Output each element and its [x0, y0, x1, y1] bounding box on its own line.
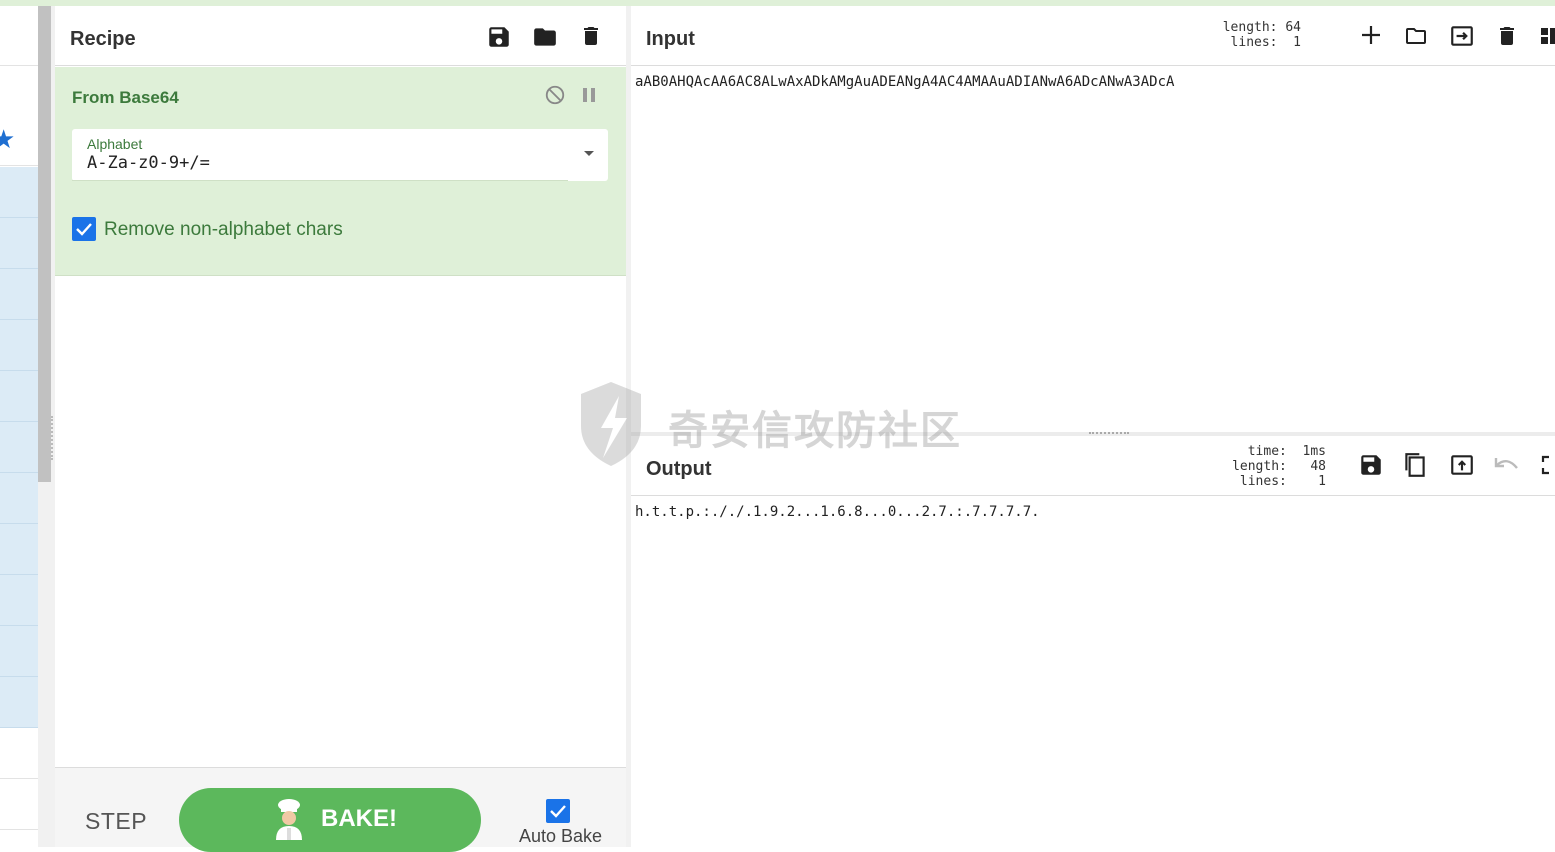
recipe-pane: Recipe From Base64 Alphabet A-Za-z0-9+/=… — [55, 6, 626, 852]
list-item[interactable] — [0, 218, 38, 269]
bake-controls: STEP BAKE! Auto Bake — [55, 767, 626, 852]
save-icon[interactable] — [1358, 452, 1384, 478]
operations-list: ★ — [0, 6, 38, 847]
list-item[interactable] — [0, 320, 38, 371]
list-item[interactable] — [0, 779, 38, 830]
chef-icon — [276, 799, 302, 840]
watermark: 奇安信攻防社区 — [575, 378, 985, 470]
scrollbar-thumb[interactable] — [38, 6, 51, 482]
alphabet-value[interactable]: A-Za-z0-9+/= — [87, 153, 210, 173]
alphabet-select[interactable]: Alphabet A-Za-z0-9+/= — [72, 129, 608, 181]
list-item[interactable] — [0, 6, 38, 66]
bake-label: BAKE! — [321, 805, 397, 832]
folder-icon[interactable] — [531, 24, 559, 50]
gutter-handle — [1089, 432, 1129, 435]
recipe-title: Recipe — [70, 28, 136, 50]
list-item[interactable] — [0, 728, 38, 779]
list-item[interactable] — [0, 677, 38, 728]
remove-non-alphabet-checkbox[interactable] — [72, 217, 96, 241]
maximise-icon[interactable] — [1541, 454, 1555, 476]
operations-scrollbar[interactable] — [38, 6, 51, 847]
field-underline — [72, 180, 568, 181]
trash-icon[interactable] — [579, 23, 603, 49]
folder-icon[interactable] — [1402, 24, 1430, 48]
input-header: Input length: 64 lines: 1 — [631, 6, 1555, 66]
step-button[interactable]: STEP — [85, 808, 147, 835]
list-item[interactable] — [0, 371, 38, 422]
output-stats: time: 1ms length: 48 lines: 1 — [1232, 444, 1326, 489]
bake-button[interactable]: BAKE! — [179, 788, 481, 852]
list-item[interactable] — [0, 626, 38, 677]
disable-icon[interactable] — [544, 84, 566, 106]
favourite-star-icon[interactable]: ★ — [0, 126, 15, 152]
undo-icon[interactable] — [1493, 454, 1521, 476]
input-textarea[interactable]: aAB0AHQAcAA6AC8ALwAxADkAMgAuADEANgA4AC4A… — [635, 74, 1174, 90]
list-item[interactable] — [0, 575, 38, 626]
alphabet-label: Alphabet — [87, 136, 143, 152]
chevron-down-icon[interactable] — [584, 151, 594, 156]
pause-icon[interactable] — [581, 86, 597, 104]
layout-icon[interactable] — [1539, 26, 1555, 46]
input-pane: Input length: 64 lines: 1 aAB0AHQAcAA6AC… — [631, 6, 1555, 432]
list-item[interactable] — [0, 524, 38, 575]
output-text[interactable]: h.t.t.p.:././.1.9.2...1.6.8...0...2.7.:.… — [635, 504, 1040, 520]
check-icon — [550, 805, 566, 818]
watermark-text: 奇安信攻防社区 — [668, 408, 962, 454]
list-item[interactable] — [0, 422, 38, 473]
auto-bake-checkbox[interactable] — [546, 799, 570, 823]
list-item[interactable] — [0, 167, 38, 218]
trash-icon[interactable] — [1495, 23, 1519, 49]
copy-icon[interactable] — [1402, 451, 1428, 479]
output-pane: Output time: 1ms length: 48 lines: 1 h.t… — [631, 436, 1555, 847]
move-to-input-icon[interactable] — [1448, 452, 1476, 478]
auto-bake-label[interactable]: Auto Bake — [519, 826, 602, 847]
list-item[interactable] — [0, 269, 38, 320]
save-icon[interactable] — [486, 24, 512, 50]
gutter-handle — [51, 416, 54, 460]
recipe-header: Recipe — [55, 6, 626, 66]
input-stats: length: 64 lines: 1 — [1222, 20, 1301, 50]
input-title: Input — [646, 28, 695, 50]
plus-icon[interactable] — [1360, 24, 1382, 46]
remove-non-alphabet-label[interactable]: Remove non-alphabet chars — [104, 219, 343, 241]
watermark-logo-icon — [581, 382, 641, 466]
list-item[interactable] — [0, 473, 38, 524]
operation-title: From Base64 — [72, 88, 179, 107]
check-icon — [76, 223, 92, 236]
replace-input-icon[interactable] — [1448, 23, 1476, 49]
operation-from-base64[interactable]: From Base64 Alphabet A-Za-z0-9+/= Remove… — [55, 67, 626, 276]
